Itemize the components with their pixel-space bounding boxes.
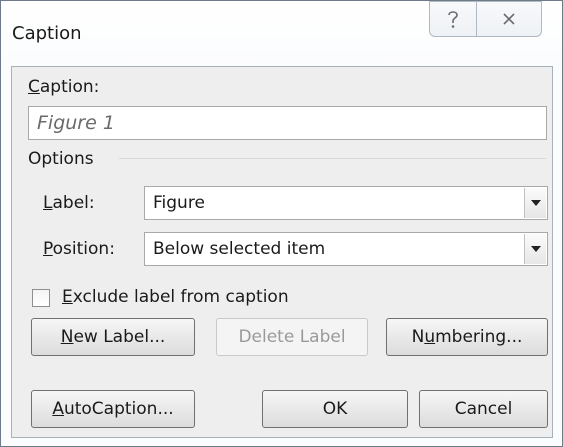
title-bar: Caption — [1, 1, 562, 67]
autocaption-accel: A — [52, 399, 64, 419]
options-separator — [119, 158, 546, 159]
position-field-accel: P — [43, 239, 53, 259]
new-label-text: ew Label... — [73, 327, 166, 347]
dialog-title: Caption — [12, 23, 82, 44]
numbering-button[interactable]: Nu mbering... — [386, 318, 548, 356]
new-label-button[interactable]: New Label... — [31, 318, 195, 356]
caption-label-text: aption: — [39, 77, 100, 97]
caption-label: Caption: — [28, 77, 99, 97]
exclude-label-checkbox-label[interactable]: Exclude label from caption — [62, 287, 289, 307]
exclude-label-text: xclude label from caption — [72, 287, 289, 307]
chevron-down-icon — [530, 246, 541, 252]
ok-button[interactable]: OK — [262, 390, 408, 428]
help-icon — [448, 11, 458, 28]
cancel-button[interactable]: Cancel — [419, 390, 548, 428]
numbering-prefix: N — [411, 327, 425, 347]
close-icon — [503, 13, 515, 25]
chevron-down-icon — [530, 200, 541, 206]
exclude-label-checkbox[interactable] — [32, 289, 50, 307]
label-dropdown[interactable]: Figure — [144, 186, 548, 220]
options-group-label: Options — [28, 149, 94, 169]
new-label-accel: N — [60, 327, 74, 347]
label-field-label: Label: — [43, 193, 95, 213]
caption-dialog: Caption Caption: Figure 1 Options Label:… — [0, 0, 563, 447]
label-field-text: abel: — [52, 193, 95, 213]
position-dropdown[interactable]: Below selected item — [144, 232, 548, 266]
position-field-text: osition: — [52, 239, 115, 259]
caption-label-accel: C — [28, 77, 40, 97]
label-dropdown-button[interactable] — [524, 188, 546, 218]
position-field-label: Position: — [43, 239, 115, 259]
help-button[interactable] — [429, 1, 477, 37]
exclude-label-accel: E — [62, 287, 73, 307]
position-dropdown-value: Below selected item — [153, 239, 326, 259]
numbering-accel: u — [424, 327, 436, 347]
position-dropdown-button[interactable] — [524, 234, 546, 264]
close-button[interactable] — [476, 1, 542, 37]
autocaption-button[interactable]: AutoCaption... — [31, 390, 195, 428]
caption-input[interactable]: Figure 1 — [28, 106, 547, 140]
autocaption-text: utoCaption... — [63, 399, 174, 419]
delete-label-button[interactable]: Delete Label — [216, 318, 368, 356]
numbering-text: mbering... — [435, 327, 523, 347]
label-dropdown-value: Figure — [153, 193, 205, 213]
